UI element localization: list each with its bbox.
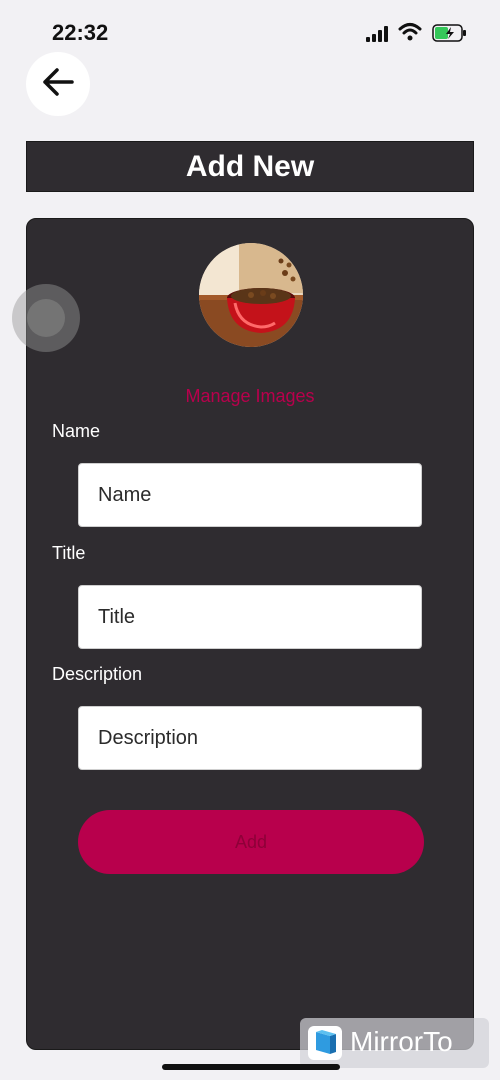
add-button[interactable]: Add <box>78 810 424 874</box>
title-input[interactable] <box>78 585 422 649</box>
back-button[interactable] <box>26 52 90 116</box>
signal-icon <box>366 26 390 47</box>
name-label: Name <box>52 421 101 441</box>
pet-bowl-image[interactable] <box>199 243 303 347</box>
page-header: Add New <box>26 141 474 192</box>
status-bar: 22:32 <box>0 0 500 60</box>
wifi-icon <box>398 22 422 47</box>
assistive-touch-dot <box>27 299 65 337</box>
watermark-text: MirrorTo <box>350 1026 453 1057</box>
battery-icon <box>432 24 468 47</box>
manage-images-link[interactable]: Manage Images <box>0 386 500 407</box>
page-title: Add New <box>185 149 315 183</box>
home-indicator[interactable] <box>162 1064 340 1070</box>
title-label: Title <box>52 543 86 563</box>
description-input[interactable] <box>78 706 422 770</box>
watermark: MirrorTo <box>300 1018 489 1068</box>
name-input[interactable] <box>78 463 422 527</box>
description-label: Description <box>52 664 143 684</box>
arrow-left-icon <box>41 67 75 102</box>
assistive-touch-button[interactable] <box>12 284 80 352</box>
mirrorto-logo-icon <box>308 1026 342 1060</box>
status-time: 22:32 <box>52 20 109 45</box>
